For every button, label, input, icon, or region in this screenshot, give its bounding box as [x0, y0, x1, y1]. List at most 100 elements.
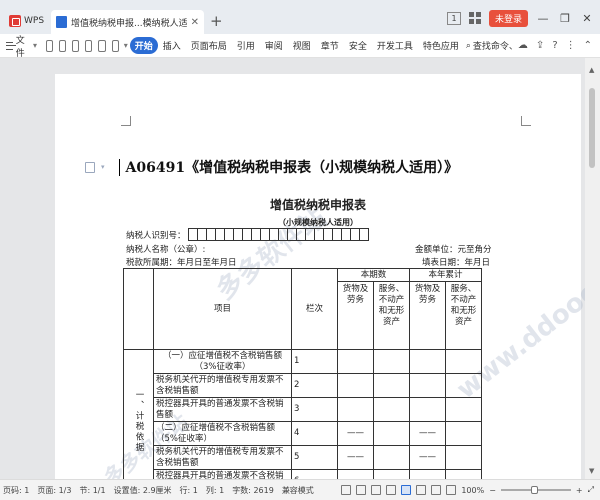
tab-home[interactable]: 开始 — [129, 37, 158, 54]
tax-return-table[interactable]: 项目 栏次 本期数 本年累计 货物及劳务 服务、不动产和无形资产 货物及劳务 服… — [123, 268, 482, 479]
share-icon[interactable]: ⇪ — [536, 40, 544, 51]
outline-view-icon[interactable] — [416, 485, 427, 495]
table-row[interactable]: 税控器具开具的普通发票不含税销售额 6 —— —— — [124, 469, 482, 479]
page-view-icon[interactable] — [401, 485, 412, 495]
cloud-sync-icon[interactable]: ☁ — [518, 40, 528, 51]
document-tab[interactable]: 增值税纳税申报...模纳税人适用) ✕ — [51, 10, 204, 34]
table-row[interactable]: 一、计税依据 （一）应征增值税不含税销售额（3%征收率） 1 — [123, 349, 482, 479]
zoom-in-icon[interactable]: + — [576, 486, 583, 495]
row-value[interactable]: —— — [409, 469, 446, 479]
column-status[interactable]: 列: 1 — [206, 485, 224, 496]
row-value[interactable] — [373, 421, 410, 446]
quick-access-chevron-icon[interactable]: ▾ — [124, 41, 128, 50]
print-icon[interactable] — [72, 39, 80, 52]
tab-developer[interactable]: 开发工具 — [372, 37, 418, 54]
zoom-slider-knob[interactable] — [530, 486, 538, 494]
row-value[interactable] — [445, 373, 482, 398]
collapse-ribbon-icon[interactable]: ⌃ — [584, 40, 592, 51]
word-count-status[interactable]: 字数: 2619 — [232, 485, 274, 496]
row-value[interactable] — [337, 373, 374, 398]
protect-icon[interactable] — [341, 485, 352, 495]
row-value[interactable] — [409, 373, 446, 398]
row-value[interactable]: —— — [337, 421, 374, 446]
zoom-out-icon[interactable]: − — [489, 486, 496, 495]
row-value[interactable] — [409, 349, 446, 374]
row-value[interactable]: —— — [409, 445, 446, 470]
row-value[interactable] — [445, 469, 482, 479]
row-value[interactable] — [445, 421, 482, 446]
tab-security[interactable]: 安全 — [344, 37, 372, 54]
full-screen-view-icon[interactable] — [386, 485, 397, 495]
chevron-down-icon[interactable]: ▾ — [101, 163, 105, 171]
close-tab-icon[interactable]: ✕ — [191, 17, 199, 28]
tab-insert[interactable]: 插入 — [158, 37, 186, 54]
file-menu-button[interactable]: 文件 ▾ — [0, 33, 43, 59]
window-count-icon[interactable]: 1 — [446, 11, 461, 25]
help-icon[interactable]: ? — [552, 40, 557, 51]
document-canvas[interactable]: 多多软件站 www.ddooo.com 多多软件站 ▾ A06491《增值税纳税… — [0, 58, 600, 479]
paragraph-handle-icon[interactable] — [85, 161, 95, 173]
page-number-status[interactable]: 页码: 1 — [3, 485, 29, 496]
scroll-down-icon[interactable]: ▼ — [589, 467, 594, 475]
row-value[interactable] — [445, 397, 482, 422]
vertical-scrollbar[interactable]: ▲ ▼ — [585, 58, 600, 479]
undo-icon[interactable] — [98, 39, 106, 52]
row-value[interactable] — [337, 349, 374, 374]
row-value[interactable]: —— — [409, 421, 446, 446]
web-view-icon[interactable] — [431, 485, 442, 495]
login-button[interactable]: 未登录 — [488, 9, 528, 27]
app-home-tab[interactable]: WPS — [4, 11, 46, 31]
export-pdf-icon[interactable] — [59, 39, 67, 52]
fit-window-icon[interactable]: ⤢ — [588, 485, 594, 495]
row-value[interactable] — [445, 445, 482, 470]
tab-special-apps[interactable]: 特色应用 — [418, 37, 464, 54]
eye-protection-icon[interactable] — [446, 485, 457, 495]
table-row[interactable]: 税务机关代开的增值税专用发票不含税销售额 2 — [124, 373, 482, 398]
tab-references[interactable]: 引用 — [232, 37, 260, 54]
row-line: 5 — [291, 445, 338, 470]
spellcheck-icon[interactable] — [371, 485, 382, 495]
row-value[interactable] — [373, 397, 410, 422]
zoom-slider[interactable] — [500, 486, 571, 494]
row-item: （二）应征增值税不含税销售额（5%征收率） — [153, 421, 292, 446]
document-heading[interactable]: A06491《增值税纳税申报表（小规模纳税人适用）》 — [126, 157, 459, 177]
row-value[interactable]: —— — [337, 469, 374, 479]
row-value[interactable] — [409, 397, 446, 422]
row-value[interactable] — [373, 349, 410, 374]
search-command-button[interactable]: ⌕ 查找命令、 — [466, 39, 518, 53]
save-icon[interactable] — [46, 39, 54, 52]
maximize-icon[interactable]: ❐ — [558, 12, 572, 25]
row-value[interactable] — [373, 469, 410, 479]
tab-review[interactable]: 审阅 — [260, 37, 288, 54]
tab-page-layout[interactable]: 页面布局 — [186, 37, 232, 54]
tab-view[interactable]: 视图 — [288, 37, 316, 54]
row-value[interactable] — [373, 445, 410, 470]
scrollbar-thumb[interactable] — [589, 88, 595, 168]
zoom-level[interactable]: 100% — [461, 486, 484, 495]
apps-grid-icon[interactable] — [468, 12, 481, 24]
row-value[interactable] — [373, 373, 410, 398]
minimize-icon[interactable]: — — [536, 12, 550, 25]
redo-icon[interactable] — [111, 39, 119, 52]
line-status[interactable]: 行: 1 — [180, 485, 198, 496]
search-command-label: 查找命令、 — [472, 42, 518, 52]
row-value[interactable] — [445, 349, 482, 374]
table-row[interactable]: 税务机关代开的增值税专用发票不含税销售额 5 —— —— — [124, 445, 482, 470]
section-status[interactable]: 节: 1/1 — [79, 485, 105, 496]
more-icon[interactable]: ⋮ — [566, 40, 576, 51]
table-row[interactable]: （二）应征增值税不含税销售额（5%征收率） 4 —— —— — [124, 421, 482, 446]
page-status[interactable]: 页面: 1/3 — [37, 485, 71, 496]
row-value[interactable]: —— — [337, 445, 374, 470]
table-row[interactable]: 税控器具开具的普通发票不含税销售额 3 — [124, 397, 482, 422]
scroll-up-icon[interactable]: ▲ — [589, 66, 594, 74]
row-value[interactable] — [337, 397, 374, 422]
position-status[interactable]: 设置值: 2.9厘米 — [114, 485, 172, 496]
tab-sections[interactable]: 章节 — [316, 37, 344, 54]
document-page[interactable]: 多多软件站 www.ddooo.com 多多软件站 ▾ A06491《增值税纳税… — [55, 74, 600, 479]
taxpayer-id-boxes[interactable] — [187, 228, 369, 241]
taxpayer-id-line: 纳税人识别号： — [126, 228, 369, 241]
new-tab-icon[interactable]: + — [210, 12, 223, 30]
track-changes-icon[interactable] — [356, 485, 367, 495]
print-preview-icon[interactable] — [85, 39, 93, 52]
close-window-icon[interactable]: ✕ — [580, 12, 594, 25]
